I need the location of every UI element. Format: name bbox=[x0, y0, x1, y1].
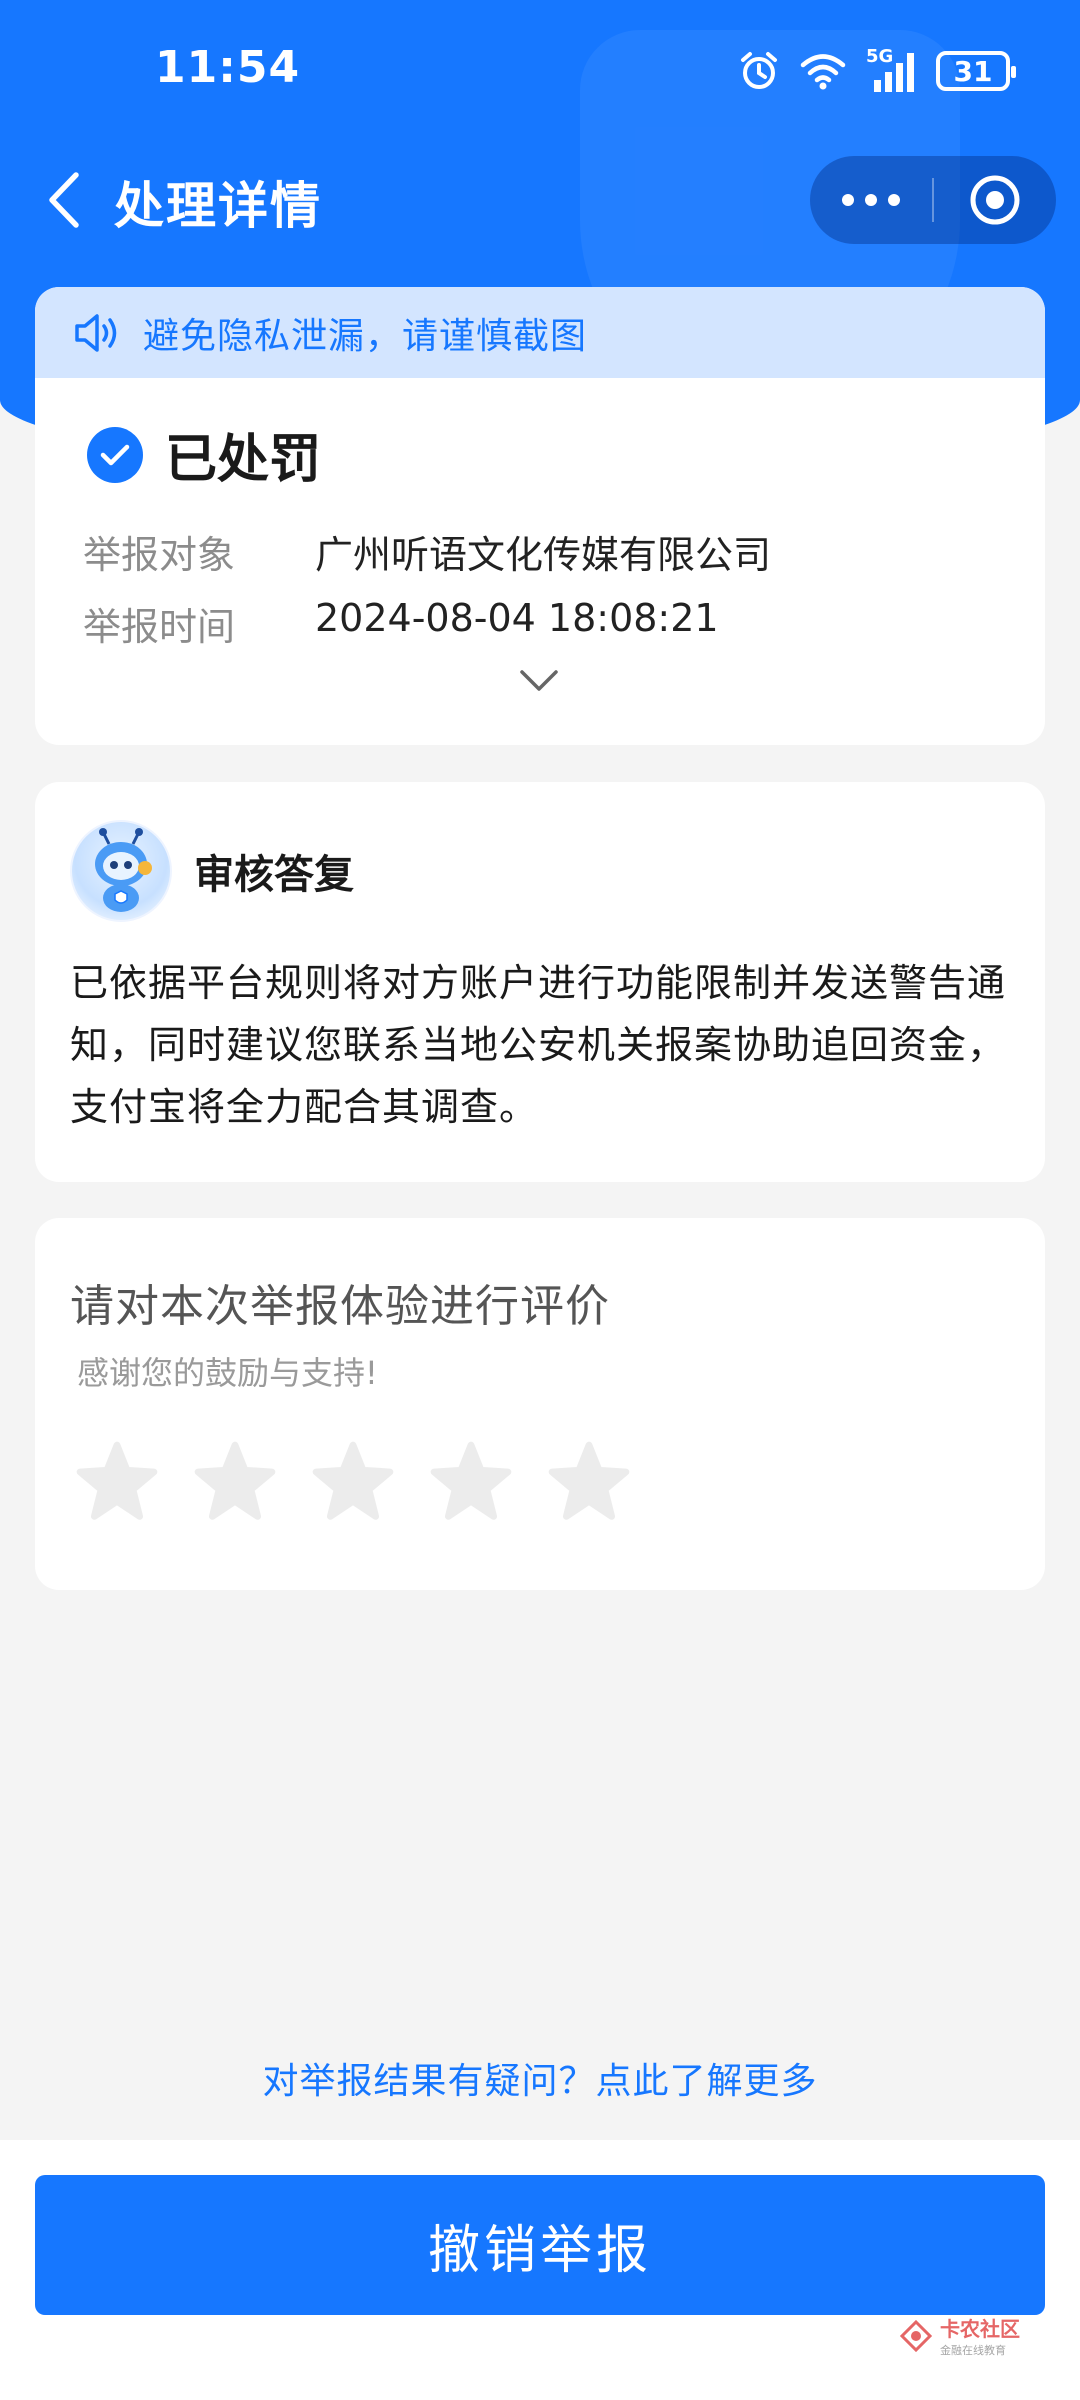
watermark-main: 卡农社区 bbox=[940, 2317, 1020, 2341]
page-title: 处理详情 bbox=[114, 177, 322, 235]
status-icons: 5G 31 bbox=[738, 46, 1016, 94]
watermark-sub: 金融在线教育 bbox=[940, 2344, 1006, 2357]
chevron-down-icon bbox=[520, 670, 558, 691]
help-link[interactable]: 对举报结果有疑问？点此了解更多 bbox=[0, 2052, 1080, 2104]
star-5-icon[interactable] bbox=[547, 1440, 631, 1524]
battery-indicator: 31 bbox=[936, 51, 1016, 91]
reply-header: 审核答复 bbox=[70, 820, 354, 922]
signal-bars-icon bbox=[874, 53, 914, 92]
report-status-card: 避免隐私泄漏，请谨慎截图 已处罚 举报对象 广州听语文化传媒有限公司 举报时间 … bbox=[35, 287, 1045, 745]
wifi-icon bbox=[800, 54, 846, 90]
report-time-row: 举报时间 2024-08-04 18:08:21 bbox=[83, 596, 719, 651]
more-dots-icon bbox=[842, 194, 900, 206]
rating-title: 请对本次举报体验进行评价 bbox=[70, 1281, 610, 1332]
target-circle-icon bbox=[970, 175, 1020, 225]
reply-title: 审核答复 bbox=[194, 852, 354, 898]
status-label: 已处罚 bbox=[165, 430, 322, 490]
report-target-value: 广州听语文化传媒有限公司 bbox=[315, 533, 772, 577]
report-target-row: 举报对象 广州听语文化传媒有限公司 bbox=[83, 524, 771, 579]
robot-mascot-icon bbox=[95, 828, 152, 912]
star-3-icon[interactable] bbox=[311, 1440, 395, 1524]
rating-card: 请对本次举报体验进行评价 感谢您的鼓励与支持! bbox=[35, 1218, 1045, 1590]
privacy-notice: 避免隐私泄漏，请谨慎截图 bbox=[143, 315, 588, 357]
privacy-banner: 避免隐私泄漏，请谨慎截图 bbox=[35, 287, 1045, 378]
revoke-report-button[interactable]: 撤销举报 bbox=[35, 2175, 1045, 2315]
more-button[interactable] bbox=[810, 156, 932, 244]
alarm-icon bbox=[741, 52, 777, 89]
status-bar: 11:54 5G 31 bbox=[0, 0, 1080, 150]
star-4-icon[interactable] bbox=[429, 1440, 513, 1524]
assistant-avatar bbox=[70, 820, 172, 922]
community-watermark: 卡农社区 金融在线教育 bbox=[900, 2313, 1020, 2358]
reply-body: 已依据平台规则将对方账户进行功能限制并发送警告通知，同时建议您联系当地公安机关报… bbox=[70, 961, 1007, 1129]
watermark-text: 卡农社区 金融在线教育 bbox=[940, 2313, 1020, 2358]
star-2-icon[interactable] bbox=[193, 1440, 277, 1524]
star-rating bbox=[75, 1440, 631, 1524]
report-time-value: 2024-08-04 18:08:21 bbox=[315, 596, 719, 640]
report-time-label: 举报时间 bbox=[83, 605, 236, 649]
check-icon bbox=[87, 426, 143, 483]
rating-subtitle: 感谢您的鼓励与支持! bbox=[77, 1354, 378, 1392]
status-row: 已处罚 bbox=[87, 417, 321, 492]
community-logo-icon bbox=[900, 2319, 932, 2352]
bottom-action-area: 撤销举报 bbox=[0, 2140, 1080, 2400]
report-target-label: 举报对象 bbox=[83, 533, 236, 577]
cellular-signal: 5G bbox=[866, 46, 916, 92]
mini-program-capsule bbox=[810, 156, 1056, 244]
close-mini-program-button[interactable] bbox=[934, 156, 1056, 244]
back-button[interactable] bbox=[32, 168, 96, 232]
navigation-bar: 处理详情 bbox=[0, 150, 1080, 250]
review-reply-card: 审核答复 已依据平台规则将对方账户进行功能限制并发送警告通知，同时建议您联系当地… bbox=[35, 782, 1045, 1182]
speaker-icon bbox=[75, 313, 117, 352]
status-time: 11:54 bbox=[155, 42, 301, 93]
star-1-icon[interactable] bbox=[75, 1440, 159, 1524]
back-arrow-icon bbox=[49, 172, 79, 228]
expand-button[interactable] bbox=[519, 669, 559, 697]
